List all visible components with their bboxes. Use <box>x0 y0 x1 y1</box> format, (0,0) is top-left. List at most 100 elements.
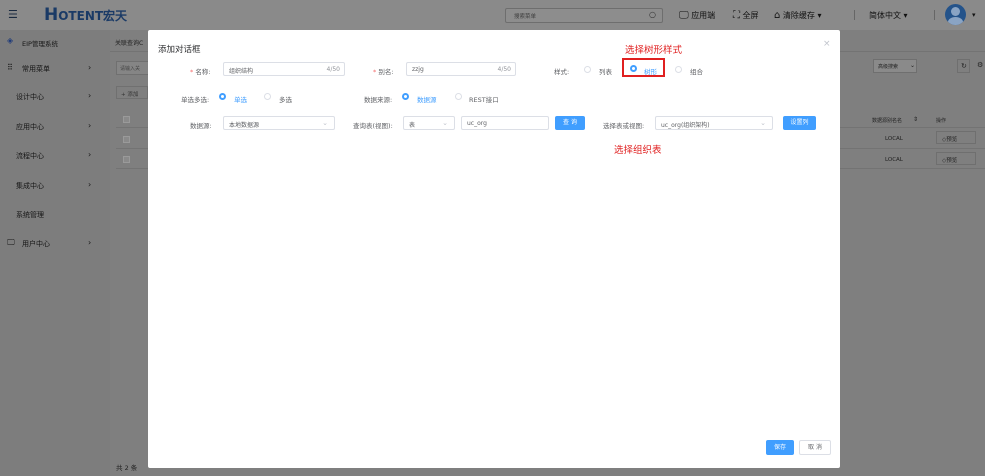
query-table-value: uc_org <box>467 120 487 127</box>
datasource-value: 本地数据源 <box>229 122 260 129</box>
alias-input[interactable]: zzjg 4/50 <box>406 62 516 76</box>
search-icon[interactable]: ○ <box>649 10 656 19</box>
preview-button[interactable]: ◇预览 <box>936 152 976 165</box>
select-mode-option-multi[interactable]: 多选 <box>279 94 292 104</box>
chevron-right-icon: › <box>88 150 92 159</box>
sidebar-item-common[interactable]: ⠿ 常用菜单 › <box>0 54 110 83</box>
name-label: * 名称: <box>190 68 211 76</box>
query-type-select[interactable]: 表 ⌄ <box>403 116 455 130</box>
chevron-down-icon: ⌄ <box>442 119 448 127</box>
style-radio-combo[interactable] <box>675 66 682 73</box>
style-option-tree[interactable]: 树形 <box>644 66 657 76</box>
advanced-search-button[interactable]: 高级搜索 ⌄ <box>873 59 917 73</box>
clear-cache-button[interactable]: ⌂ 清除缓存 ▾ <box>774 10 821 21</box>
total-count: 共 2 条 <box>116 464 138 472</box>
chevron-down-icon: ⌄ <box>760 119 766 127</box>
refresh-icon: ↻ <box>961 62 967 70</box>
chevron-right-icon: › <box>88 121 92 130</box>
alias-label: * 别名: <box>373 68 394 76</box>
checkbox[interactable] <box>123 116 130 123</box>
data-source-type-option-datasource[interactable]: 数据源 <box>417 94 437 104</box>
refresh-button[interactable]: ↻ <box>957 59 970 73</box>
checkbox[interactable] <box>123 136 130 143</box>
query-button[interactable]: 查 询 <box>555 116 585 130</box>
tab-related-query[interactable]: 关联查询C <box>115 38 143 47</box>
app-switch-button[interactable]: 🖵 应用端 <box>679 10 715 21</box>
logo-text: OTENT宏天 <box>58 9 128 23</box>
query-table-input[interactable]: uc_org <box>461 116 549 130</box>
select-mode-radio-single[interactable] <box>219 93 226 100</box>
data-source-type-radio-rest[interactable] <box>455 93 462 100</box>
bg-add-button[interactable]: + 添加 <box>116 86 148 99</box>
fullscreen-icon: ⛶ <box>733 10 740 21</box>
fullscreen-button[interactable]: ⛶ 全屏 <box>733 10 759 21</box>
chevron-down-icon: ⌄ <box>322 119 328 127</box>
style-option-combo[interactable]: 组合 <box>690 66 703 76</box>
clear-cache-label: 清除缓存 <box>782 11 815 20</box>
style-option-list[interactable]: 列表 <box>599 66 612 76</box>
dialog-title: 添加对话框 <box>158 45 201 55</box>
alias-value: zzjg <box>412 66 424 73</box>
cell-datasource: LOCAL <box>885 136 903 142</box>
add-dialog: 添加对话框 × * 名称: 组织结构 4/50 * 别名: zzjg 4/50 … <box>148 30 840 468</box>
monitor-icon: 🖵 <box>679 10 689 21</box>
sidebar: ◈ EIP管理系统 ⠿ 常用菜单 › 设计中心 › 应用中心 › 流程中心 › … <box>0 30 110 476</box>
sidebar-item-label: 集成中心 <box>16 182 44 190</box>
data-source-type-radio-datasource[interactable] <box>402 93 409 100</box>
language-select[interactable]: 简体中文 ▾ <box>869 10 908 21</box>
bg-search-placeholder: 请输入关 <box>120 66 141 72</box>
sidebar-item-label: 系统管理 <box>16 211 44 219</box>
select-mode-option-single[interactable]: 单选 <box>234 94 247 104</box>
sidebar-item-system[interactable]: 系统管理 <box>0 200 110 229</box>
sidebar-item-design[interactable]: 设计中心 › <box>0 82 110 111</box>
sidebar-item-label: 常用菜单 <box>22 65 50 73</box>
chevron-right-icon: › <box>88 238 92 247</box>
sidebar-item-integration[interactable]: 集成中心 › <box>0 171 110 200</box>
app-label: 应用端 <box>691 11 716 20</box>
preview-button[interactable]: ◇预览 <box>936 131 976 144</box>
data-source-type-option-rest[interactable]: REST接口 <box>469 94 499 104</box>
select-mode-radio-multi[interactable] <box>264 93 271 100</box>
cell-datasource: LOCAL <box>885 157 903 163</box>
set-columns-button[interactable]: 设置列 <box>783 116 816 130</box>
datasource-select[interactable]: 本地数据源 ⌄ <box>223 116 335 130</box>
avatar[interactable] <box>945 4 966 25</box>
preview-label: ◇预览 <box>942 137 958 143</box>
bg-search-input[interactable]: 请输入关 <box>116 61 150 75</box>
advanced-search-label: 高级搜索 <box>878 64 899 70</box>
name-count: 4/50 <box>326 66 340 73</box>
cancel-button[interactable]: 取 消 <box>799 440 831 455</box>
save-button[interactable]: 保存 <box>766 440 794 455</box>
bg-add-label: + 添加 <box>121 92 139 98</box>
sort-icon[interactable]: ⇕ <box>913 116 918 123</box>
system-title: EIP管理系统 <box>22 40 58 48</box>
style-radio-list[interactable] <box>584 66 591 73</box>
style-radio-tree[interactable] <box>630 65 637 72</box>
datasource-label: 数据源: <box>190 122 212 130</box>
close-icon[interactable]: × <box>823 39 831 49</box>
name-value: 组织结构 <box>229 68 254 75</box>
alias-count: 4/50 <box>497 66 511 73</box>
chevron-right-icon: › <box>88 180 92 189</box>
sidebar-item-app[interactable]: 应用中心 › <box>0 112 110 141</box>
sidebar-header: ◈ EIP管理系统 <box>0 30 110 54</box>
query-table-label: 查询表(视图): <box>353 122 393 130</box>
user-icon <box>951 7 960 16</box>
select-table-select[interactable]: uc_org(组织架构) ⌄ <box>655 116 773 130</box>
checkbox[interactable] <box>123 156 130 163</box>
menu-toggle-icon[interactable]: ☰ <box>8 8 18 21</box>
sidebar-item-label: 用户中心 <box>22 240 50 248</box>
settings-icon[interactable]: ⚙ <box>977 61 983 69</box>
cancel-label: 取 消 <box>808 444 822 451</box>
divider <box>934 10 935 20</box>
chevron-right-icon: › <box>88 91 92 100</box>
sidebar-item-user[interactable]: 🖵 用户中心 › <box>0 229 110 258</box>
logo-letter: H <box>44 5 59 25</box>
column-header-action: 操作 <box>936 118 947 124</box>
search-input[interactable]: 搜索菜单 ○ <box>505 8 663 23</box>
sidebar-item-flow[interactable]: 流程中心 › <box>0 141 110 170</box>
name-input[interactable]: 组织结构 4/50 <box>223 62 345 76</box>
sidebar-item-label: 流程中心 <box>16 152 44 160</box>
caret-down-icon[interactable]: ▾ <box>972 11 976 19</box>
monitor-icon: 🖵 <box>7 238 15 247</box>
